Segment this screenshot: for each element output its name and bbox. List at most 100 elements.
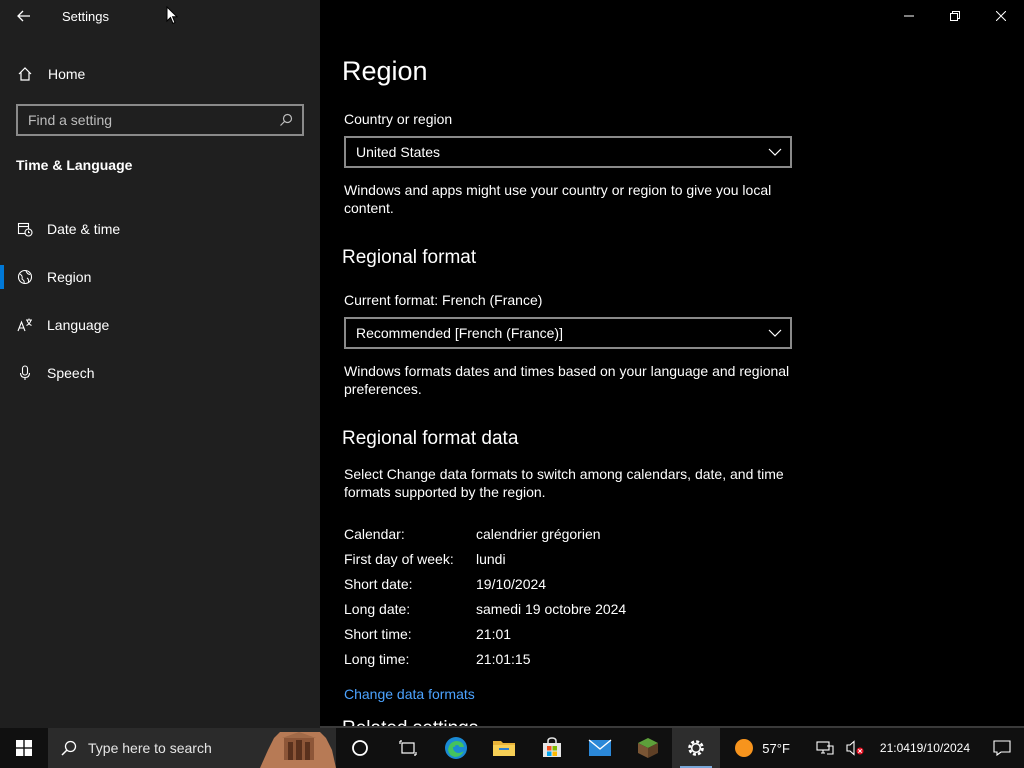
format-data-row: Long date: samedi 19 octobre 2024 xyxy=(344,596,794,621)
restore-button[interactable] xyxy=(932,0,978,32)
sidebar-item-label: Date & time xyxy=(47,221,121,237)
clock-date: 19/10/2024 xyxy=(909,740,970,755)
mail-icon xyxy=(588,739,612,756)
restore-icon xyxy=(950,11,960,21)
taskbar-search-placeholder: Type here to search xyxy=(88,740,212,756)
cortana-button[interactable] xyxy=(336,728,384,768)
sun-icon xyxy=(735,739,754,757)
app-title: Settings xyxy=(62,9,109,24)
language-icon xyxy=(16,316,34,334)
country-dropdown[interactable]: United States xyxy=(344,136,792,168)
taskbar-clock[interactable]: 21:04 19/10/2024 xyxy=(870,728,980,768)
minimize-icon xyxy=(904,15,914,17)
format-data-row: Short time: 21:01 xyxy=(344,621,794,646)
format-data-row: Short date: 19/10/2024 xyxy=(344,571,794,596)
format-data-key: First day of week: xyxy=(344,550,454,567)
section-title: Time & Language xyxy=(16,157,133,173)
page-title: Region xyxy=(342,56,428,86)
taskbar-settings[interactable] xyxy=(672,728,720,768)
format-data-key: Short time: xyxy=(344,625,412,642)
chevron-down-icon xyxy=(768,148,782,156)
regional-format-dropdown[interactable]: Recommended [French (France)] xyxy=(344,317,792,349)
file-explorer-icon xyxy=(493,741,515,756)
microphone-icon xyxy=(16,364,34,382)
sidebar-item-label: Language xyxy=(47,317,110,333)
close-button[interactable] xyxy=(978,0,1024,32)
task-view-button[interactable] xyxy=(384,728,432,768)
taskbar-minecraft[interactable] xyxy=(624,728,672,768)
gear-icon xyxy=(688,740,704,756)
home-icon xyxy=(16,65,34,83)
sidebar-item-date-time[interactable]: Date & time xyxy=(0,205,320,253)
search-highlight-image xyxy=(260,728,336,768)
weather-widget[interactable]: 57°F xyxy=(728,728,796,768)
nav-list: Date & time Region Language Speech xyxy=(0,205,320,397)
current-format-label: Current format: French (France) xyxy=(344,292,543,308)
format-data-key: Long time: xyxy=(344,650,410,667)
edge-browser-icon xyxy=(445,737,467,759)
change-data-formats-link[interactable]: Change data formats xyxy=(344,686,475,702)
format-data-value: 21:01 xyxy=(476,625,512,642)
format-data-value: lundi xyxy=(476,550,506,567)
sidebar-item-speech[interactable]: Speech xyxy=(0,349,320,397)
home-label: Home xyxy=(48,66,86,82)
format-data-key: Short date: xyxy=(344,575,413,592)
task-view-icon xyxy=(399,740,417,756)
find-setting-input[interactable] xyxy=(28,112,278,128)
notification-center-icon xyxy=(993,740,1011,756)
windows-logo-icon xyxy=(16,740,32,756)
weather-temperature: 57°F xyxy=(762,740,790,756)
minimize-button[interactable] xyxy=(886,0,932,32)
format-data-key: Long date: xyxy=(344,600,411,617)
system-tray: 57°F 21:04 19/10/2024 xyxy=(728,728,1024,768)
mouse-cursor-icon xyxy=(166,6,178,25)
search-icon[interactable] xyxy=(278,112,294,128)
regional-format-heading: Regional format xyxy=(342,247,477,268)
format-data-value: 19/10/2024 xyxy=(476,575,547,592)
network-button[interactable] xyxy=(810,728,840,768)
taskbar: Type here to search 57°F 21:04 19/10/202… xyxy=(0,728,1024,768)
taskbar-edge[interactable] xyxy=(432,728,480,768)
country-description: Windows and apps might use your country … xyxy=(344,182,772,216)
regional-format-dropdown-value: Recommended [French (France)] xyxy=(356,325,563,341)
taskbar-store[interactable] xyxy=(528,728,576,768)
network-icon xyxy=(816,741,834,755)
start-button[interactable] xyxy=(0,728,48,768)
calendar-clock-icon xyxy=(16,220,34,238)
sidebar-item-region[interactable]: Region xyxy=(0,253,320,301)
window-controls xyxy=(886,0,1024,32)
country-label: Country or region xyxy=(344,111,453,127)
region-settings-page: Region Country or region United States W… xyxy=(320,0,1024,728)
format-data-row: Calendar: calendrier grégorien xyxy=(344,521,794,546)
regional-format-description: Windows formats dates and times based on… xyxy=(344,363,790,397)
home-nav-item[interactable]: Home xyxy=(16,62,296,86)
chevron-down-icon xyxy=(768,329,782,337)
back-button[interactable] xyxy=(12,4,36,28)
volume-button[interactable] xyxy=(840,728,870,768)
taskbar-file-explorer[interactable] xyxy=(480,728,528,768)
clock-time: 21:04 xyxy=(879,740,910,755)
format-data-value: 21:01:15 xyxy=(476,650,531,667)
format-data-row: First day of week: lundi xyxy=(344,546,794,571)
format-data-value: calendrier grégorien xyxy=(476,525,601,542)
format-data-key: Calendar: xyxy=(344,525,405,542)
volume-muted-icon xyxy=(846,740,864,756)
find-setting-search-box[interactable] xyxy=(16,104,304,136)
regional-format-data-heading: Regional format data xyxy=(342,428,519,449)
taskbar-mail[interactable] xyxy=(576,728,624,768)
format-data-row: Long time: 21:01:15 xyxy=(344,646,794,671)
sidebar-item-language[interactable]: Language xyxy=(0,301,320,349)
sidebar-item-label: Region xyxy=(47,269,92,285)
taskbar-search-box[interactable]: Type here to search xyxy=(48,728,336,768)
microsoft-store-icon xyxy=(543,737,561,757)
search-icon xyxy=(60,739,78,757)
globe-icon xyxy=(16,268,34,286)
regional-format-data-description: Select Change data formats to switch amo… xyxy=(344,466,784,500)
notifications-button[interactable] xyxy=(980,728,1024,768)
format-data-list: Calendar: calendrier grégorien First day … xyxy=(344,521,794,671)
sidebar-item-label: Speech xyxy=(47,365,95,381)
cortana-circle-icon xyxy=(352,740,368,756)
close-icon xyxy=(996,11,1006,21)
minecraft-icon xyxy=(638,738,658,758)
format-data-value: samedi 19 octobre 2024 xyxy=(476,600,627,617)
